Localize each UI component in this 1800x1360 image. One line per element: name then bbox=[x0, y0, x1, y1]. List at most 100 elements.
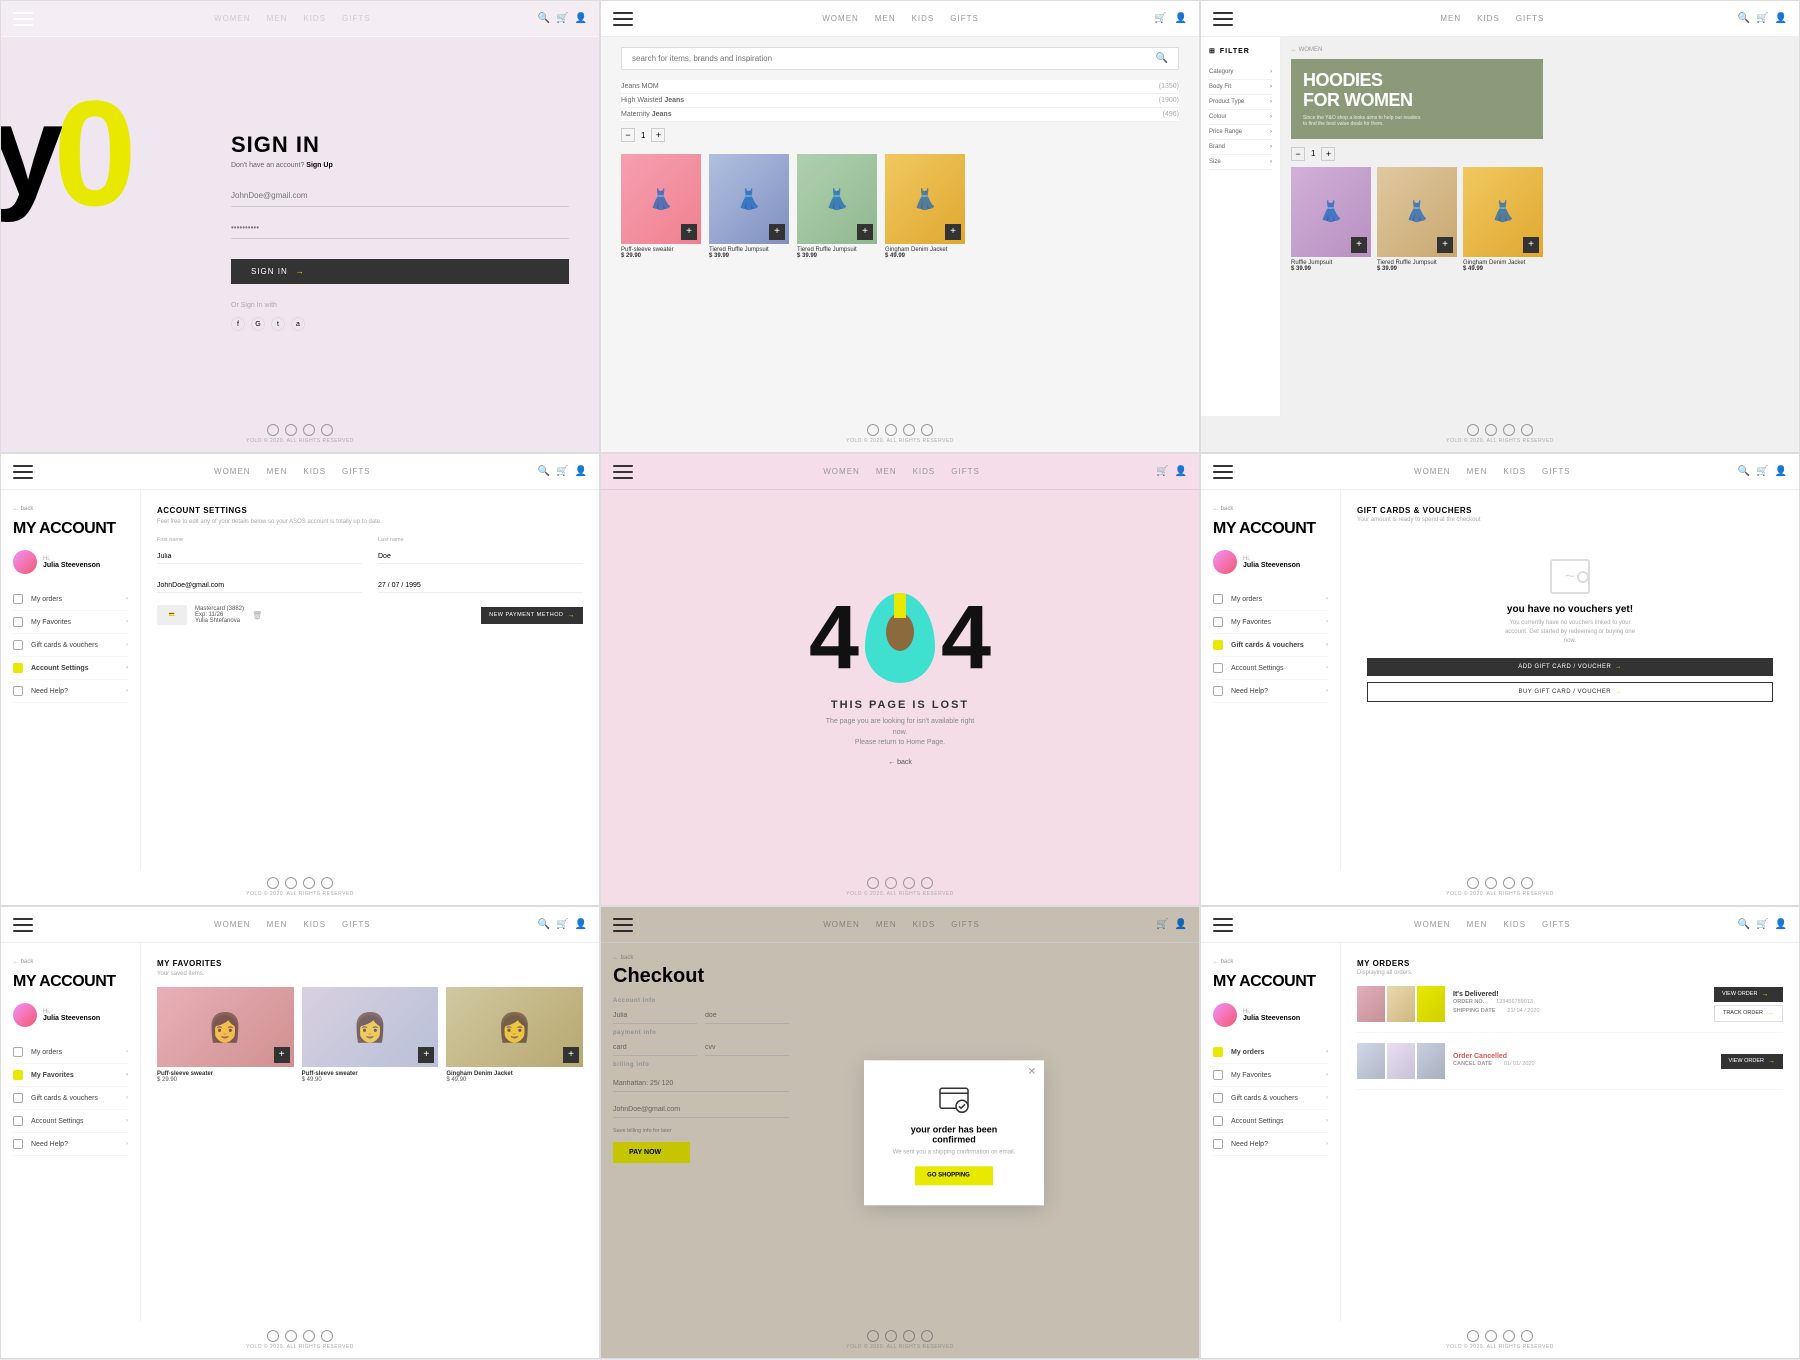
nav2-gifts[interactable]: GIFTS bbox=[950, 14, 979, 23]
add-to-cart-4[interactable] bbox=[945, 224, 961, 240]
signin-button[interactable]: SIGN IN → bbox=[231, 259, 569, 284]
search-item-1[interactable]: Jeans Jeans MOMMOM (1350) bbox=[621, 80, 1179, 94]
nav4-men[interactable]: MEN bbox=[267, 467, 288, 476]
hamburger-4[interactable] bbox=[13, 465, 33, 479]
lastname-input[interactable] bbox=[378, 550, 583, 564]
nav-gifts[interactable]: GIFTS bbox=[342, 14, 371, 23]
nav5-women[interactable]: WOMEN bbox=[823, 467, 860, 476]
add-gift-button[interactable]: ADD GIFT CARD / VOUCHER → bbox=[1367, 658, 1773, 676]
nav3-men[interactable]: MEN bbox=[1440, 14, 1461, 23]
sidebar-gifts-7[interactable]: Gift cards & vouchers › bbox=[13, 1087, 128, 1110]
fav-add-1[interactable] bbox=[274, 1047, 290, 1063]
view-order-button-1[interactable]: VIEW ORDER → bbox=[1714, 987, 1783, 1002]
filter-body-fit[interactable]: Body Fit › bbox=[1209, 80, 1272, 95]
sidebar-orders-7[interactable]: My orders › bbox=[13, 1041, 128, 1064]
user-icon-6[interactable]: 👤 bbox=[1775, 466, 1787, 477]
cart-icon-6[interactable]: 🛒 bbox=[1756, 466, 1768, 477]
nav6-kids[interactable]: KIDS bbox=[1503, 467, 1526, 476]
user-icon-4[interactable]: 👤 bbox=[575, 466, 587, 477]
go-shopping-button[interactable]: GO SHOPPING → bbox=[915, 1166, 993, 1185]
sidebar-item-settings-4[interactable]: Account Settings › bbox=[13, 657, 128, 680]
user-icon-7[interactable]: 👤 bbox=[575, 919, 587, 930]
email-field[interactable] bbox=[231, 185, 569, 207]
back-link-4[interactable]: ← back bbox=[13, 506, 128, 512]
nav6-gifts[interactable]: GIFTS bbox=[1542, 467, 1571, 476]
hoodies-add-3[interactable] bbox=[1523, 237, 1539, 253]
sidebar-item-favorites-4[interactable]: My Favorites › bbox=[13, 611, 128, 634]
nav6-men[interactable]: MEN bbox=[1467, 467, 1488, 476]
firstname-input[interactable] bbox=[157, 550, 362, 564]
cart-icon[interactable]: 🛒 bbox=[556, 13, 568, 24]
nav7-kids[interactable]: KIDS bbox=[303, 920, 326, 929]
hamburger-5[interactable] bbox=[613, 465, 633, 479]
apple-icon[interactable]: a bbox=[291, 317, 305, 331]
search-icon-9[interactable]: 🔍 bbox=[1738, 919, 1750, 930]
qty-minus-3[interactable]: − bbox=[1291, 147, 1305, 161]
nav-men[interactable]: MEN bbox=[267, 14, 288, 23]
search-icon-2[interactable]: 🔍 bbox=[1156, 53, 1168, 64]
track-order-button-1[interactable]: TRACK ORDER → bbox=[1714, 1005, 1783, 1022]
nav9-men[interactable]: MEN bbox=[1467, 920, 1488, 929]
nav7-men[interactable]: MEN bbox=[267, 920, 288, 929]
cart-icon-5[interactable]: 🛒 bbox=[1156, 466, 1168, 477]
qty-plus[interactable]: + bbox=[651, 128, 665, 142]
nav4-women[interactable]: WOMEN bbox=[214, 467, 251, 476]
search-icon-4[interactable]: 🔍 bbox=[538, 466, 550, 477]
sidebar-gifts-9[interactable]: Gift cards & vouchers › bbox=[1213, 1087, 1328, 1110]
new-payment-button[interactable]: NEW PAYMENT METHOD → bbox=[481, 607, 583, 624]
signup-link[interactable]: Sign Up bbox=[306, 162, 332, 169]
nav5-kids[interactable]: KIDS bbox=[913, 467, 936, 476]
add-to-cart-1[interactable] bbox=[681, 224, 697, 240]
sidebar-item-orders-4[interactable]: My orders › bbox=[13, 588, 128, 611]
hamburger-7[interactable] bbox=[13, 918, 33, 932]
nav5-men[interactable]: MEN bbox=[876, 467, 897, 476]
nav9-gifts[interactable]: GIFTS bbox=[1542, 920, 1571, 929]
nav6-women[interactable]: WOMEN bbox=[1414, 467, 1451, 476]
nav4-gifts[interactable]: GIFTS bbox=[342, 467, 371, 476]
qty-minus[interactable]: − bbox=[621, 128, 635, 142]
delete-card-icon[interactable]: 🗑 bbox=[252, 611, 262, 620]
back-button-5[interactable]: ← back bbox=[888, 759, 912, 766]
nav9-women[interactable]: WOMEN bbox=[1414, 920, 1451, 929]
search-item-3[interactable]: Maternity Jeans (496) bbox=[621, 108, 1179, 122]
sidebar-help-9[interactable]: Need Help? › bbox=[1213, 1133, 1328, 1156]
twitter-icon[interactable]: t bbox=[271, 317, 285, 331]
hamburger-3[interactable] bbox=[1213, 12, 1233, 26]
qty-plus-3[interactable]: + bbox=[1321, 147, 1335, 161]
back-link-7[interactable]: ← back bbox=[13, 959, 128, 965]
user-icon[interactable]: 👤 bbox=[575, 13, 587, 24]
sidebar-gifts-6[interactable]: Gift cards & vouchers › bbox=[1213, 634, 1328, 657]
add-to-cart-2[interactable] bbox=[769, 224, 785, 240]
hamburger-6[interactable] bbox=[1213, 465, 1233, 479]
fav-add-2[interactable] bbox=[418, 1047, 434, 1063]
user-icon-9[interactable]: 👤 bbox=[1775, 919, 1787, 930]
sidebar-favorites-7[interactable]: My Favorites › bbox=[13, 1064, 128, 1087]
nav7-women[interactable]: WOMEN bbox=[214, 920, 251, 929]
nav9-kids[interactable]: KIDS bbox=[1503, 920, 1526, 929]
view-order-button-2[interactable]: VIEW ORDER → bbox=[1721, 1054, 1783, 1069]
sidebar-settings-6[interactable]: Account Settings › bbox=[1213, 657, 1328, 680]
cart-icon-4[interactable]: 🛒 bbox=[556, 466, 568, 477]
back-link-9[interactable]: ← back bbox=[1213, 959, 1328, 965]
filter-size[interactable]: Size › bbox=[1209, 155, 1272, 170]
sidebar-favorites-9[interactable]: My Favorites › bbox=[1213, 1064, 1328, 1087]
nav4-kids[interactable]: KIDS bbox=[303, 467, 326, 476]
search-icon[interactable]: 🔍 bbox=[538, 13, 550, 24]
filter-brand[interactable]: Brand › bbox=[1209, 140, 1272, 155]
nav2-men[interactable]: MEN bbox=[875, 14, 896, 23]
sidebar-help-6[interactable]: Need Help? › bbox=[1213, 680, 1328, 703]
add-to-cart-3[interactable] bbox=[857, 224, 873, 240]
sidebar-orders-6[interactable]: My orders › bbox=[1213, 588, 1328, 611]
user-icon-2[interactable]: 👤 bbox=[1175, 13, 1187, 24]
email-input-settings[interactable] bbox=[157, 579, 362, 593]
search-input[interactable] bbox=[632, 54, 1156, 63]
dob-input[interactable] bbox=[378, 579, 583, 593]
facebook-icon[interactable]: f bbox=[231, 317, 245, 331]
nav7-gifts[interactable]: GIFTS bbox=[342, 920, 371, 929]
sidebar-settings-9[interactable]: Account Settings › bbox=[1213, 1110, 1328, 1133]
hamburger-icon-2[interactable] bbox=[613, 12, 633, 26]
fav-add-3[interactable] bbox=[563, 1047, 579, 1063]
sidebar-item-help-4[interactable]: Need Help? › bbox=[13, 680, 128, 703]
back-link-6[interactable]: ← back bbox=[1213, 506, 1328, 512]
sidebar-help-7[interactable]: Need Help? › bbox=[13, 1133, 128, 1156]
